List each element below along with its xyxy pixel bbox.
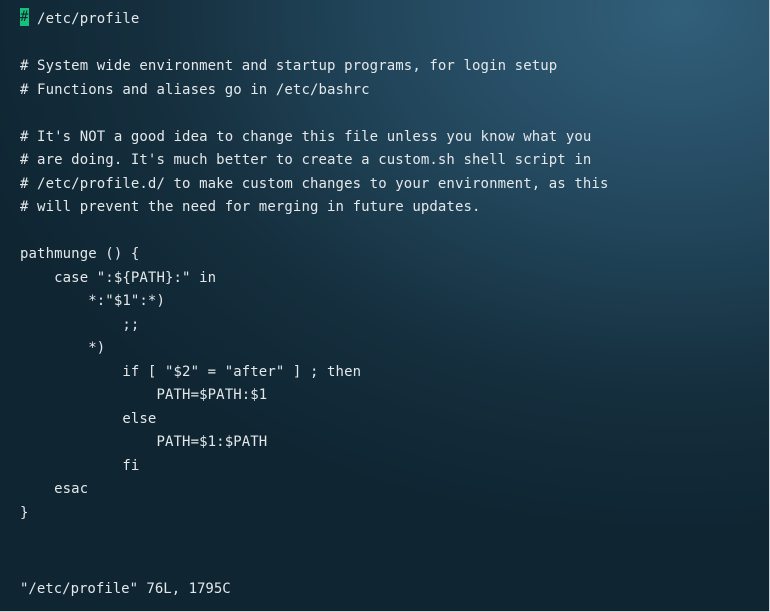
code-line-7: # are doing. It's much better to create …	[20, 152, 592, 168]
code-line-14: ;;	[20, 316, 140, 333]
code-line-11: pathmunge () {	[20, 246, 140, 262]
code-line-6: # It's NOT a good idea to change this fi…	[20, 128, 592, 145]
vim-status-line: "/etc/profile" 76L, 1795C	[20, 581, 231, 597]
code-line-22: }	[20, 504, 29, 521]
code-line-3: # System wide environment and startup pr…	[20, 58, 558, 74]
text-cursor: #	[20, 8, 29, 26]
code-line-20: fi	[20, 457, 140, 474]
code-line-4: # Functions and aliases go in /etc/bashr…	[20, 81, 370, 98]
code-line-19: PATH=$1:$PATH	[20, 434, 268, 450]
code-line-18: else	[20, 410, 157, 427]
code-line-1: # /etc/profile	[20, 8, 760, 32]
code-line-8: # /etc/profile.d/ to make custom changes…	[20, 175, 609, 192]
vim-editor-buffer[interactable]: # /etc/profile # System wide environment…	[20, 8, 760, 525]
code-line-16: if [ "$2" = "after" ] ; then	[20, 363, 362, 380]
code-line-15: *)	[20, 340, 106, 356]
terminal-window[interactable]: # /etc/profile # System wide environment…	[0, 0, 770, 612]
code-line-21: esac	[20, 481, 89, 497]
code-line-13: *:"$1":*)	[20, 293, 165, 309]
code-line-17: PATH=$PATH:$1	[20, 387, 268, 403]
code-line-12: case ":${PATH}:" in	[20, 269, 217, 286]
code-line-1-text: /etc/profile	[28, 11, 140, 27]
code-line-9: # will prevent the need for merging in f…	[20, 199, 481, 215]
